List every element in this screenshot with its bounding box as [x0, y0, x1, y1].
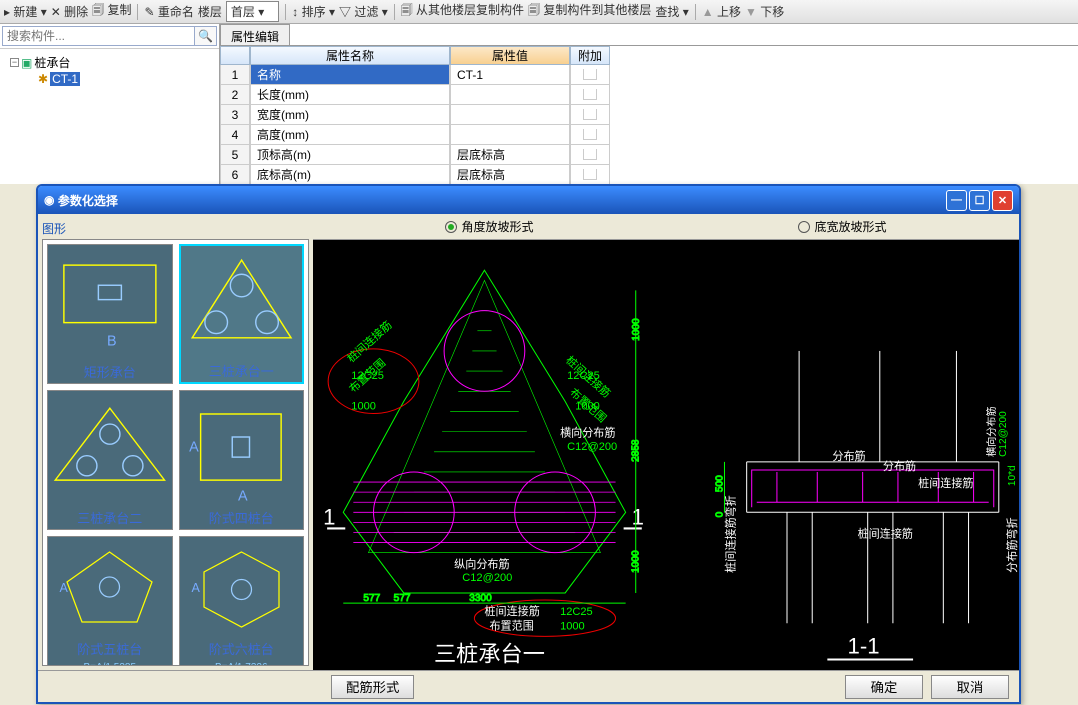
- svg-text:577: 577: [363, 593, 380, 604]
- thumbnail-item[interactable]: B矩形承台: [47, 244, 173, 384]
- svg-text:桩间连接筋: 桩间连接筋: [918, 476, 973, 490]
- radio-angle[interactable]: 角度放坡形式: [445, 218, 533, 235]
- sort-button[interactable]: ↕ 排序 ▾: [292, 3, 335, 20]
- svg-text:1000: 1000: [631, 318, 642, 341]
- svg-text:B: B: [107, 334, 117, 350]
- cancel-button[interactable]: 取消: [931, 675, 1009, 699]
- svg-text:分布筋弯折: 分布筋弯折: [1005, 517, 1019, 572]
- group-label: 图形: [42, 218, 309, 239]
- search-icon[interactable]: 🔍: [195, 26, 217, 46]
- svg-text:12C25: 12C25: [567, 370, 600, 382]
- thumbnail-item[interactable]: 三桩承台二: [47, 390, 173, 530]
- copy-button[interactable]: 🗐 复制: [92, 1, 131, 22]
- svg-text:桩间连接筋: 桩间连接筋: [858, 527, 913, 541]
- tree-panel: 🔍 − ▣ 桩承台 ✱ CT-1: [0, 24, 220, 184]
- titlebar[interactable]: ◉ 参数化选择 — ☐ ✕: [38, 186, 1019, 214]
- svg-text:横向分布筋: 横向分布筋: [985, 406, 998, 456]
- floor-button[interactable]: 楼层: [198, 3, 222, 20]
- svg-text:1-1: 1-1: [848, 633, 880, 658]
- filter-button[interactable]: ▽ 过滤 ▾: [339, 3, 388, 20]
- dialog-footer: 配筋形式 确定 取消: [38, 670, 1019, 702]
- thumbnail-item[interactable]: 三桩承台一: [179, 244, 305, 384]
- svg-text:0: 0: [714, 511, 725, 517]
- svg-text:1: 1: [632, 504, 644, 529]
- delete-button[interactable]: ✕ 删除: [51, 3, 88, 20]
- svg-text:1000: 1000: [351, 400, 376, 412]
- thumbnail-item[interactable]: AA阶式四桩台: [179, 390, 305, 530]
- svg-text:A: A: [191, 581, 200, 595]
- svg-text:分布筋: 分布筋: [883, 459, 916, 473]
- thumbnail-grid: B矩形承台三桩承台一三桩承台二AA阶式四桩台A阶式五桩台B=A/1.5385A阶…: [42, 239, 309, 666]
- property-row[interactable]: 5顶标高(m)层底标高: [220, 145, 1078, 165]
- thumbnail-item[interactable]: A阶式六桩台B=A/1.7326: [179, 536, 305, 666]
- svg-text:2858: 2858: [631, 439, 642, 462]
- svg-text:3300: 3300: [469, 593, 492, 604]
- radio-row: 角度放坡形式 底宽放坡形式: [313, 214, 1019, 240]
- svg-text:500: 500: [714, 475, 725, 492]
- svg-text:三桩承台一: 三桩承台一: [434, 642, 545, 667]
- parametric-dialog: ◉ 参数化选择 — ☐ ✕ 图形 B矩形承台三桩承台一三桩承台二AA阶式四桩台A…: [36, 184, 1021, 704]
- ok-button[interactable]: 确定: [845, 675, 923, 699]
- svg-text:A: A: [238, 488, 248, 504]
- svg-text:桩间连接筋弯折: 桩间连接筋弯折: [724, 495, 738, 573]
- property-tab[interactable]: 属性编辑: [220, 24, 290, 45]
- svg-text:1: 1: [323, 504, 335, 529]
- svg-text:纵向分布筋: 纵向分布筋: [454, 557, 509, 571]
- search-input[interactable]: [2, 26, 195, 46]
- svg-text:C12@200: C12@200: [998, 411, 1009, 457]
- copy-to-button[interactable]: 🗐 复制构件到其他楼层: [528, 1, 651, 22]
- drawing-canvas[interactable]: 桩间连接筋 12C25 布置范围 1000 桩间连接筋 12C25 布置范围 1…: [313, 240, 1019, 670]
- rebar-form-button[interactable]: 配筋形式: [331, 675, 414, 699]
- svg-text:1000: 1000: [560, 620, 585, 632]
- tree-item-ct1[interactable]: ✱ CT-1: [38, 72, 213, 86]
- radio-width[interactable]: 底宽放坡形式: [798, 218, 886, 235]
- maximize-button[interactable]: ☐: [969, 190, 990, 211]
- dialog-title: 参数化选择: [58, 192, 118, 209]
- property-row[interactable]: 3宽度(mm): [220, 105, 1078, 125]
- property-header: 属性名称 属性值 附加: [220, 46, 1078, 65]
- svg-text:桩间连接筋: 桩间连接筋: [344, 318, 395, 365]
- property-row[interactable]: 6底标高(m)层底标高: [220, 165, 1078, 185]
- svg-text:横向分布筋: 横向分布筋: [560, 426, 615, 440]
- new-button[interactable]: ▸ 新建 ▾: [4, 3, 47, 20]
- svg-text:C12@200: C12@200: [567, 441, 617, 453]
- svg-text:A: A: [60, 581, 69, 595]
- svg-text:分布筋: 分布筋: [832, 449, 865, 463]
- svg-text:桩间连接筋: 桩间连接筋: [484, 604, 539, 618]
- property-row[interactable]: 4高度(mm): [220, 125, 1078, 145]
- main-toolbar: ▸ 新建 ▾ ✕ 删除 🗐 复制 ✎ 重命名 楼层 首层 ▾ ↕ 排序 ▾ ▽ …: [0, 0, 1078, 24]
- svg-text:12C25: 12C25: [560, 606, 593, 618]
- property-panel: 属性编辑 属性名称 属性值 附加 1名称CT-12长度(mm)3宽度(mm)4高…: [220, 24, 1078, 184]
- rename-button[interactable]: ✎ 重命名: [144, 3, 193, 20]
- down-button: ▼ 下移: [745, 3, 784, 20]
- thumbnail-item[interactable]: A阶式五桩台B=A/1.5385: [47, 536, 173, 666]
- close-button[interactable]: ✕: [992, 190, 1013, 211]
- svg-text:C12@200: C12@200: [462, 572, 512, 584]
- svg-text:577: 577: [394, 593, 411, 604]
- copy-from-button[interactable]: 🗐 从其他楼层复制构件: [401, 1, 524, 22]
- find-button[interactable]: 查找 ▾: [655, 3, 688, 20]
- svg-text:A: A: [190, 439, 200, 455]
- property-row[interactable]: 2长度(mm): [220, 85, 1078, 105]
- svg-text:布置范围: 布置范围: [489, 618, 533, 632]
- svg-text:1000: 1000: [631, 550, 642, 573]
- floor-select[interactable]: 首层 ▾: [226, 1, 279, 22]
- property-row[interactable]: 1名称CT-1: [220, 65, 1078, 85]
- up-button: ▲ 上移: [702, 3, 741, 20]
- minimize-button[interactable]: —: [946, 190, 967, 211]
- svg-text:1000: 1000: [575, 400, 600, 412]
- tree-root[interactable]: − ▣ 桩承台: [6, 53, 213, 72]
- app-icon: ◉: [44, 193, 54, 207]
- svg-text:10*d: 10*d: [1007, 465, 1018, 486]
